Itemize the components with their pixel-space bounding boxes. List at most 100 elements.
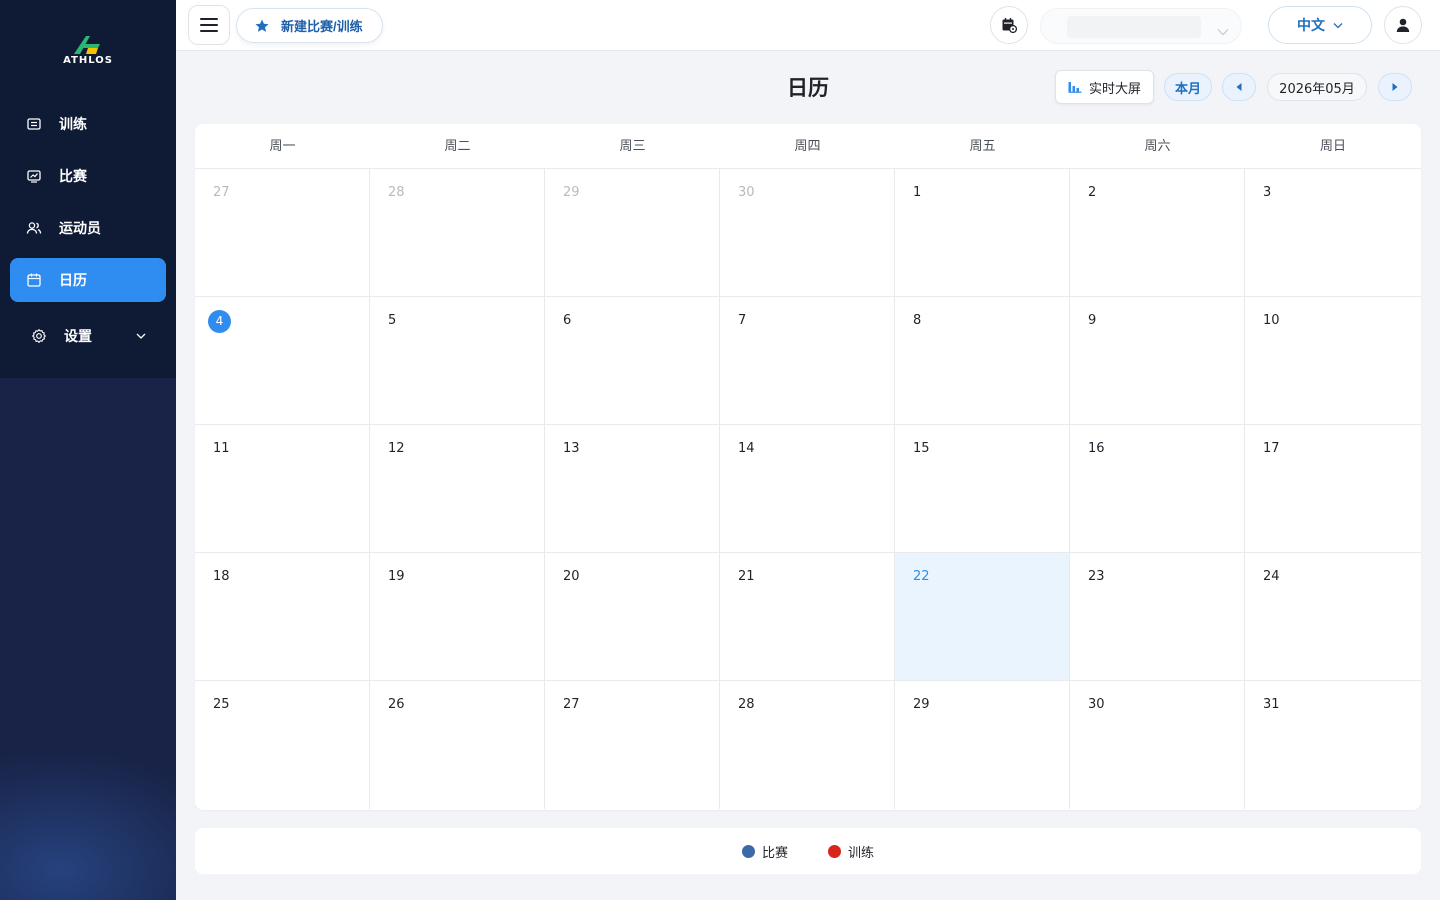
day-cell[interactable]: 10 (1245, 297, 1421, 424)
new-match-training-button[interactable]: 新建比赛/训练 (236, 8, 383, 43)
day-number: 15 (913, 441, 930, 456)
sidebar-item-label: 训练 (59, 117, 87, 133)
day-cell[interactable]: 6 (545, 297, 720, 424)
day-number: 31 (1263, 697, 1280, 712)
day-cell[interactable]: 16 (1070, 425, 1245, 552)
day-cell[interactable]: 13 (545, 425, 720, 552)
day-cell[interactable]: 27 (195, 169, 370, 296)
sidebar-item-settings[interactable]: 设置 (10, 314, 166, 358)
day-cell[interactable]: 24 (1245, 553, 1421, 680)
day-number: 13 (563, 441, 580, 456)
week-row: 25 26 27 28 29 30 31 (195, 681, 1421, 809)
sidebar-item-athletes[interactable]: 运动员 (10, 206, 166, 250)
chevron-down-icon (136, 328, 146, 344)
day-cell[interactable]: 17 (1245, 425, 1421, 552)
live-dashboard-button[interactable]: 实时大屏 (1055, 70, 1154, 104)
training-icon (26, 116, 42, 132)
day-number: 14 (738, 441, 755, 456)
day-number: 5 (388, 313, 397, 328)
day-cell[interactable]: 30 (720, 169, 895, 296)
match-icon (26, 168, 42, 184)
day-cell[interactable]: 28 (720, 681, 895, 809)
athletes-icon (26, 220, 42, 236)
legend-item-match: 比赛 (741, 842, 788, 861)
day-cell[interactable]: 18 (195, 553, 370, 680)
day-cell-selected[interactable]: 4 (195, 297, 370, 424)
sidebar: ATHLOS 训练 比赛 运动员 日历 设置 (0, 0, 176, 900)
day-number: 16 (1088, 441, 1105, 456)
day-number: 25 (213, 697, 230, 712)
day-cell[interactable]: 14 (720, 425, 895, 552)
calendar-gear-icon (1002, 18, 1017, 33)
day-cell[interactable]: 19 (370, 553, 545, 680)
day-number: 8 (913, 313, 922, 328)
day-cell[interactable]: 29 (895, 681, 1070, 809)
weekday-label: 周六 (1144, 139, 1171, 154)
weekday-label: 周日 (1319, 139, 1346, 154)
sidebar-item-calendar[interactable]: 日历 (10, 258, 166, 302)
gear-icon (31, 328, 47, 344)
day-number: 10 (1263, 313, 1280, 328)
day-number: 4 (208, 310, 231, 333)
day-cell[interactable]: 3 (1245, 169, 1421, 296)
day-cell[interactable]: 28 (370, 169, 545, 296)
weekday-label: 周四 (794, 139, 821, 154)
logo-text: ATHLOS (63, 55, 113, 66)
day-cell[interactable]: 29 (545, 169, 720, 296)
day-cell[interactable]: 25 (195, 681, 370, 809)
menu-toggle-button[interactable] (188, 5, 230, 45)
current-month-label[interactable]: 2026年05月 (1267, 73, 1367, 101)
day-cell[interactable]: 23 (1070, 553, 1245, 680)
user-icon (1396, 18, 1410, 32)
language-select[interactable]: 中文 (1268, 6, 1372, 44)
legend-label: 比赛 (761, 845, 788, 861)
day-number: 17 (1263, 441, 1280, 456)
caret-right-icon (1392, 83, 1398, 91)
sidebar-item-match[interactable]: 比赛 (10, 154, 166, 198)
day-cell[interactable]: 27 (545, 681, 720, 809)
day-number: 23 (1088, 569, 1105, 584)
training-dot-icon (828, 844, 841, 858)
day-number: 19 (388, 569, 405, 584)
calendar-body: 27 28 29 30 1 2 3 4 5 6 7 8 9 10 11 12 1… (195, 169, 1421, 809)
day-cell[interactable]: 5 (370, 297, 545, 424)
day-number: 27 (213, 185, 230, 200)
prev-month-button[interactable] (1222, 73, 1256, 101)
weekday-header: 周一 周二 周三 周四 周五 周六 周日 (195, 124, 1421, 169)
athlos-logo[interactable]: ATHLOS (58, 34, 120, 68)
live-button-label: 实时大屏 (1088, 80, 1141, 96)
day-cell[interactable]: 20 (545, 553, 720, 680)
week-row: 27 28 29 30 1 2 3 (195, 169, 1421, 297)
day-cell[interactable]: 21 (720, 553, 895, 680)
new-button-label: 新建比赛/训练 (281, 19, 363, 34)
day-cell-today[interactable]: 22 (895, 553, 1070, 680)
day-number: 24 (1263, 569, 1280, 584)
day-cell[interactable]: 12 (370, 425, 545, 552)
day-number: 12 (388, 441, 405, 456)
day-number: 30 (738, 185, 755, 200)
day-cell[interactable]: 11 (195, 425, 370, 552)
athlos-logo-icon (74, 36, 100, 54)
day-cell[interactable]: 31 (1245, 681, 1421, 809)
day-cell[interactable]: 26 (370, 681, 545, 809)
day-cell[interactable]: 2 (1070, 169, 1245, 296)
day-number: 7 (738, 313, 747, 328)
day-cell[interactable]: 1 (895, 169, 1070, 296)
calendar-settings-button[interactable] (990, 6, 1028, 44)
next-month-button[interactable] (1378, 73, 1412, 101)
legend-item-training: 训练 (828, 842, 874, 861)
user-profile-button[interactable] (1384, 6, 1422, 44)
match-dot-icon (741, 844, 755, 858)
day-cell[interactable]: 8 (895, 297, 1070, 424)
sidebar-item-training[interactable]: 训练 (10, 102, 166, 146)
day-cell[interactable]: 15 (895, 425, 1070, 552)
day-cell[interactable]: 7 (720, 297, 895, 424)
day-number: 28 (388, 185, 405, 200)
team-select[interactable] (1040, 8, 1242, 44)
this-month-button[interactable]: 本月 (1164, 73, 1212, 101)
day-cell[interactable]: 9 (1070, 297, 1245, 424)
day-number: 30 (1088, 697, 1105, 712)
day-cell[interactable]: 30 (1070, 681, 1245, 809)
event-legend: 比赛 训练 (195, 828, 1421, 874)
weekday-label: 周五 (969, 139, 996, 154)
